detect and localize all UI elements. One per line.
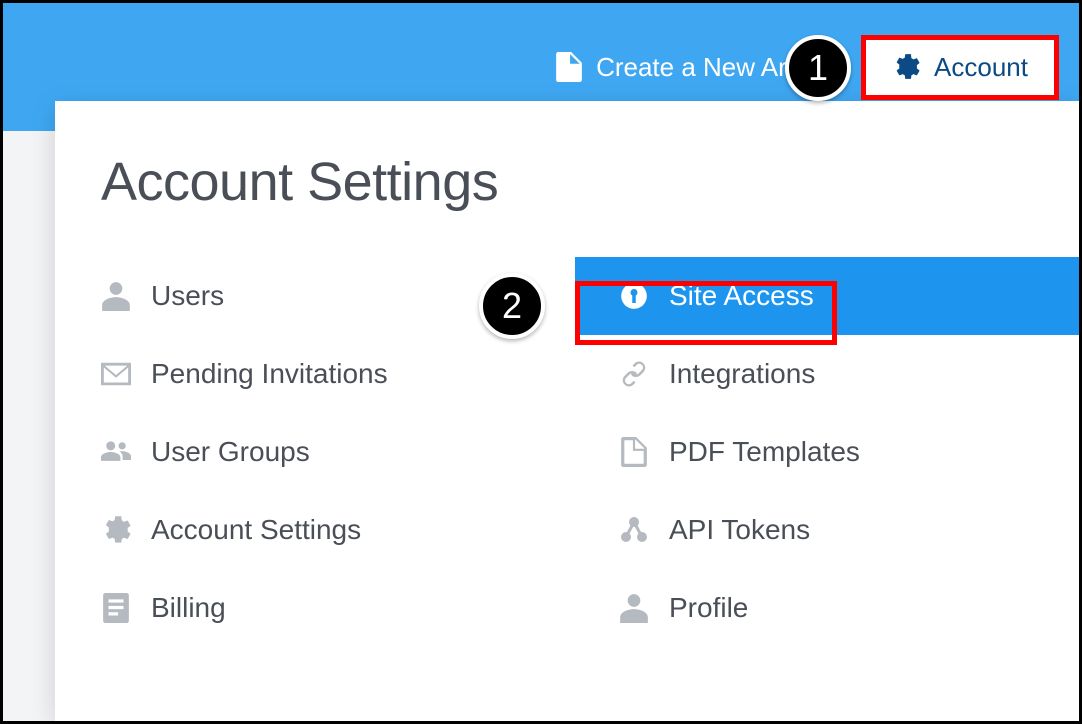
api-icon: [619, 515, 649, 545]
menu-item-user-groups[interactable]: User Groups: [55, 413, 575, 491]
link-icon: [619, 359, 649, 389]
document-icon: [619, 437, 649, 467]
user-icon: [619, 593, 649, 623]
menu-item-label: Account Settings: [151, 514, 361, 546]
billing-document-icon: [101, 593, 131, 623]
badge-number: 2: [502, 285, 522, 327]
lock-icon: [619, 281, 649, 311]
user-icon: [101, 281, 131, 311]
menu-item-label: API Tokens: [669, 514, 810, 546]
menu-columns: Users Pending Invitations User Groups Ac…: [55, 257, 1079, 647]
menu-item-site-access[interactable]: Site Access: [575, 257, 1079, 335]
account-button-label: Account: [934, 52, 1028, 83]
menu-item-label: User Groups: [151, 436, 310, 468]
menu-item-pdf-templates[interactable]: PDF Templates: [575, 413, 1079, 491]
menu-item-billing[interactable]: Billing: [55, 569, 575, 647]
menu-item-integrations[interactable]: Integrations: [575, 335, 1079, 413]
menu-item-label: PDF Templates: [669, 436, 860, 468]
badge-number: 1: [808, 47, 828, 89]
account-settings-panel: Account Settings Users Pending Invitatio…: [55, 101, 1079, 721]
callout-badge-1: 1: [785, 35, 851, 101]
menu-item-label: Site Access: [669, 280, 814, 312]
menu-column-right: Site Access Integrations PDF Templates A…: [575, 257, 1079, 647]
menu-item-label: Profile: [669, 592, 748, 624]
new-document-icon: [556, 52, 582, 82]
gear-icon: [101, 515, 131, 545]
menu-item-label: Integrations: [669, 358, 815, 390]
callout-badge-2: 2: [479, 273, 545, 339]
menu-item-account-settings[interactable]: Account Settings: [55, 491, 575, 569]
menu-item-label: Pending Invitations: [151, 358, 388, 390]
menu-item-profile[interactable]: Profile: [575, 569, 1079, 647]
menu-item-pending-invitations[interactable]: Pending Invitations: [55, 335, 575, 413]
menu-item-label: Billing: [151, 592, 226, 624]
panel-title: Account Settings: [101, 151, 1079, 213]
user-group-icon: [101, 437, 131, 467]
envelope-icon: [101, 359, 131, 389]
menu-item-api-tokens[interactable]: API Tokens: [575, 491, 1079, 569]
account-button[interactable]: Account: [861, 35, 1059, 100]
menu-item-label: Users: [151, 280, 224, 312]
gear-icon: [892, 53, 920, 81]
